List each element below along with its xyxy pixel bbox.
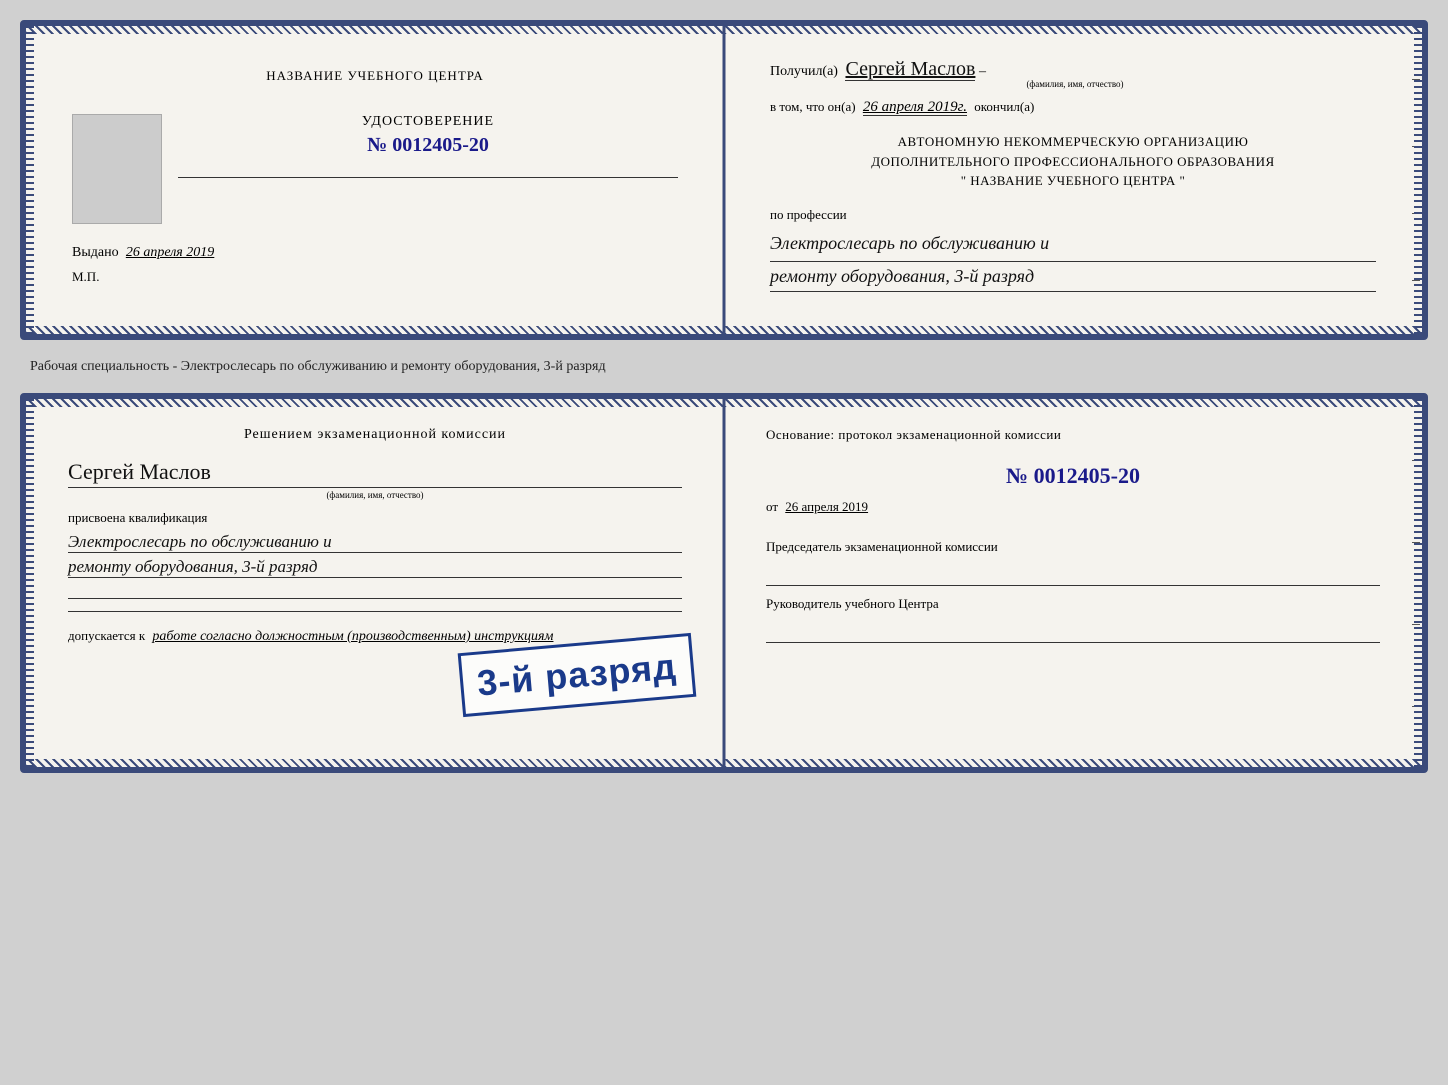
school-name-top: НАЗВАНИЕ УЧЕБНОГО ЦЕНТРА (72, 68, 678, 84)
reshen-fio-label: (фамилия, имя, отчество) (68, 487, 682, 500)
cert-number: № 0012405-20 (178, 134, 678, 157)
dopuskaetsya-label: допускается к (68, 628, 145, 643)
right-border-decoration-bottom (1414, 399, 1422, 767)
vtom-date: 26 апреля 2019г. (863, 99, 967, 116)
reshen-title: Решением экзаменационной комиссии (68, 427, 682, 443)
org-block: АВТОНОМНУЮ НЕКОММЕРЧЕСКУЮ ОРГАНИЗАЦИЮ ДО… (770, 132, 1376, 191)
cert-middle-section: УДОСТОВЕРЕНИЕ № 0012405-20 (72, 114, 678, 224)
dash: – (979, 64, 986, 79)
org-line2: ДОПОЛНИТЕЛЬНОГО ПРОФЕССИОНАЛЬНОГО ОБРАЗО… (770, 152, 1376, 172)
org-line1: АВТОНОМНУЮ НЕКОММЕРЧЕСКУЮ ОРГАНИЗАЦИЮ (770, 132, 1376, 152)
bottom-right-inner: Основание: протокол экзаменационной коми… (754, 419, 1392, 661)
middle-text-content: Рабочая специальность - Электрослесарь п… (30, 359, 606, 374)
vydano-date: 26 апреля 2019 (126, 245, 214, 260)
middle-text-block: Рабочая специальность - Электрослесарь п… (20, 356, 1428, 377)
ot-label: от (766, 499, 778, 514)
osnov-number: № 0012405-20 (766, 463, 1380, 489)
top-left-inner: НАЗВАНИЕ УЧЕБНОГО ЦЕНТРА УДОСТОВЕРЕНИЕ №… (56, 50, 694, 293)
stamp-text: 3-й разряд (476, 645, 679, 704)
prof-value1: Электрослесарь по обслуживанию и (770, 229, 1376, 263)
org-line3: " НАЗВАНИЕ УЧЕБНОГО ЦЕНТРА " (770, 171, 1376, 191)
cert-info-block: УДОСТОВЕРЕНИЕ № 0012405-20 (178, 114, 678, 186)
bottom-left-panel: Решением экзаменационной комиссии Сергей… (26, 399, 724, 767)
dopusk-value: работе согласно должностным (производств… (152, 629, 553, 644)
vtom-row: в том, что он(а) 26 апреля 2019г. окончи… (770, 99, 1376, 116)
udostoverenie-label: УДОСТОВЕРЕНИЕ (178, 114, 678, 130)
top-right-panel: Получил(а) Сергей Маслов – (фамилия, имя… (724, 26, 1422, 334)
prof-value2: ремонту оборудования, 3-й разряд (770, 266, 1376, 292)
rukovod-label: Руководитель учебного Центра (766, 596, 1380, 612)
mp-label: М.П. (72, 269, 678, 285)
osnov-title: Основание: протокол экзаменационной коми… (766, 427, 1380, 443)
prisvoena-label: присвоена квалификация (68, 510, 682, 526)
vydano-label: Выдано (72, 245, 119, 260)
vtom-label: в том, что он(а) (770, 99, 856, 114)
okonchil-label: окончил(а) (974, 99, 1034, 114)
osnov-ot-row: от 26 апреля 2019 (766, 499, 1380, 515)
predsedatel-label: Председатель экзаменационной комиссии (766, 539, 1380, 555)
reshen-divider1 (68, 598, 682, 599)
top-right-inner: Получил(а) Сергей Маслов – (фамилия, имя… (754, 50, 1392, 300)
poluchil-label: Получил(а) (770, 64, 838, 79)
osnov-divider1 (766, 585, 1380, 586)
cert-divider-line (178, 177, 678, 178)
ot-date: 26 апреля 2019 (785, 499, 868, 514)
poluchil-name: Сергей Маслов (845, 58, 975, 81)
top-left-panel: НАЗВАНИЕ УЧЕБНОГО ЦЕНТРА УДОСТОВЕРЕНИЕ №… (26, 26, 724, 334)
page-wrapper: НАЗВАНИЕ УЧЕБНОГО ЦЕНТРА УДОСТОВЕРЕНИЕ №… (20, 20, 1428, 773)
reshen-name: Сергей Маслов (68, 459, 682, 485)
prof-label: по профессии (770, 207, 1376, 223)
bottom-right-panel: Основание: протокол экзаменационной коми… (724, 399, 1422, 767)
bottom-document: Решением экзаменационной комиссии Сергей… (20, 393, 1428, 773)
kvalif-line2: ремонту оборудования, 3-й разряд (68, 557, 682, 578)
kvalif-line1: Электрослесарь по обслуживанию и (68, 532, 682, 553)
bottom-left-inner: Решением экзаменационной комиссии Сергей… (56, 419, 694, 653)
right-border-decoration-top (1414, 26, 1422, 334)
vydano-row: Выдано 26 апреля 2019 (72, 244, 678, 261)
reshen-divider2 (68, 611, 682, 612)
cert-photo-placeholder (72, 114, 162, 224)
osnov-divider2 (766, 642, 1380, 643)
poluchil-row: Получил(а) Сергей Маслов – (фамилия, имя… (770, 58, 1376, 89)
top-document: НАЗВАНИЕ УЧЕБНОГО ЦЕНТРА УДОСТОВЕРЕНИЕ №… (20, 20, 1428, 340)
